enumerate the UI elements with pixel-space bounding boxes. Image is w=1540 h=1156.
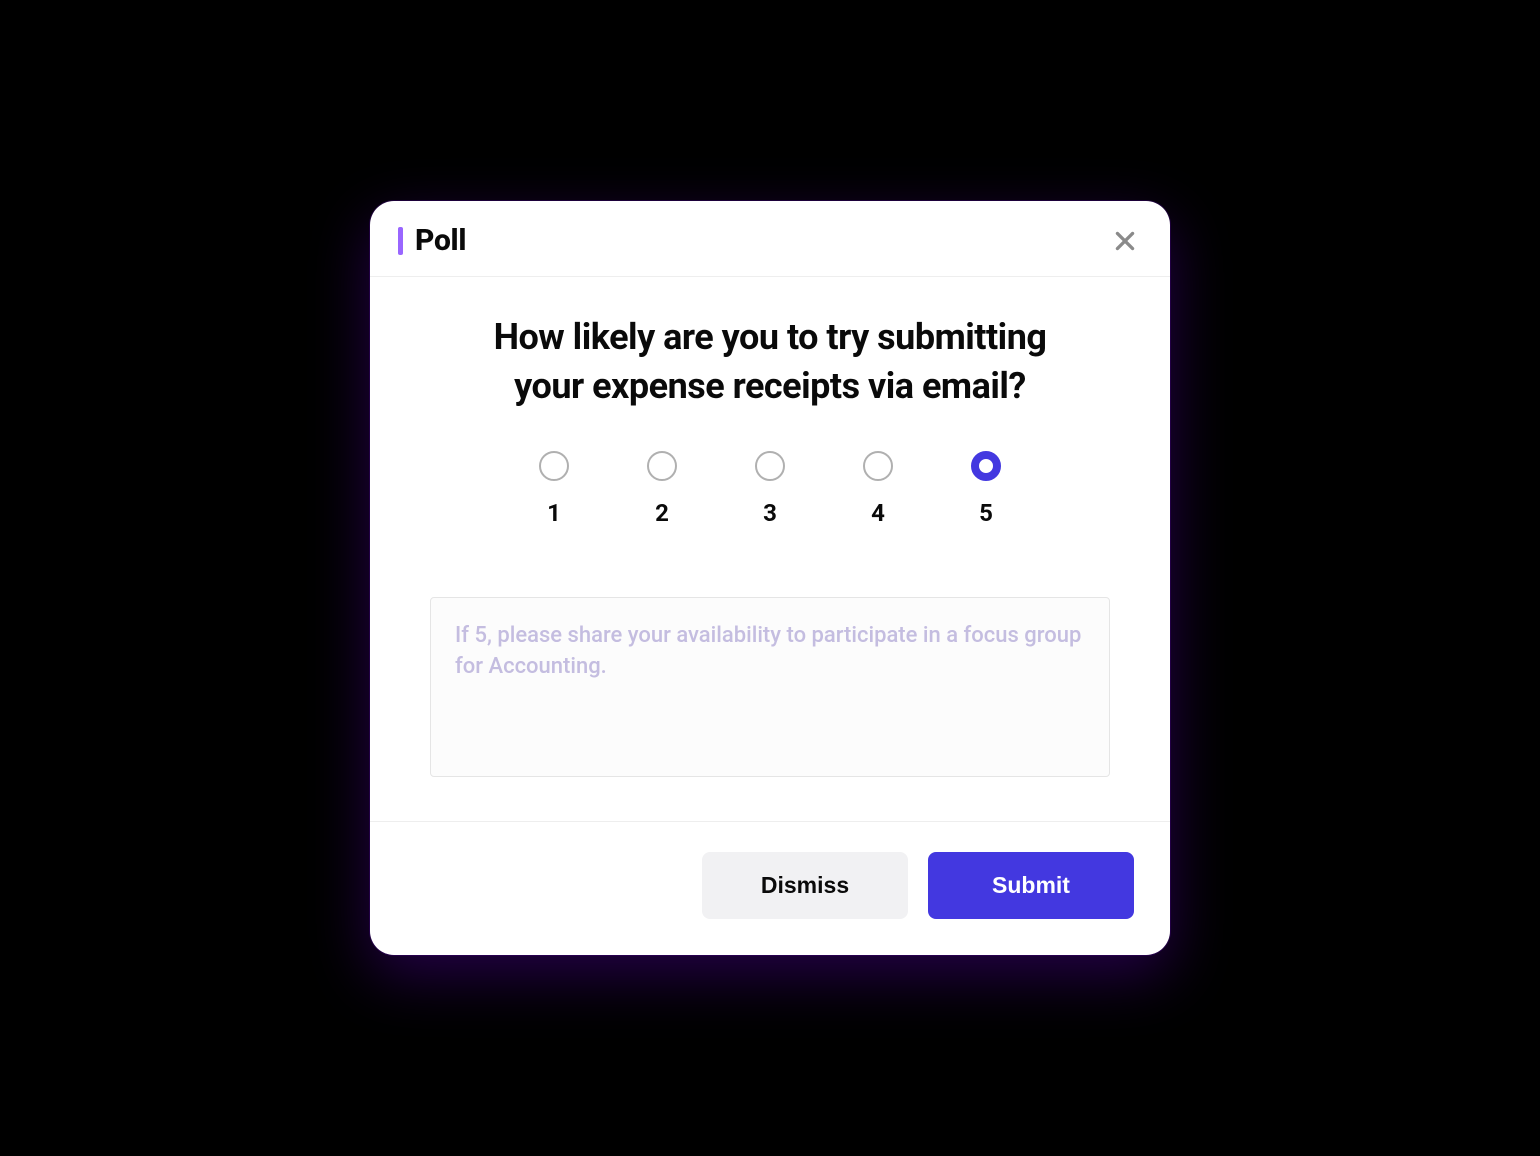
rating-label: 3 (763, 499, 777, 527)
rating-label: 2 (655, 499, 669, 527)
close-icon (1112, 228, 1138, 254)
dismiss-button[interactable]: Dismiss (702, 852, 908, 919)
close-button[interactable] (1108, 224, 1142, 258)
radio-icon (863, 451, 893, 481)
poll-question: How likely are you to try submitting you… (470, 313, 1070, 410)
rating-option-5[interactable]: 5 (971, 451, 1001, 527)
radio-icon-selected (971, 451, 1001, 481)
rating-label: 1 (547, 499, 561, 527)
rating-option-4[interactable]: 4 (863, 451, 893, 527)
radio-icon (539, 451, 569, 481)
comment-input[interactable] (430, 597, 1110, 777)
rating-label: 4 (871, 499, 885, 527)
radio-icon (755, 451, 785, 481)
rating-option-1[interactable]: 1 (539, 451, 569, 527)
rating-scale: 1 2 3 4 5 (430, 451, 1110, 527)
modal-header: Poll (370, 201, 1170, 277)
modal-body: How likely are you to try submitting you… (370, 277, 1170, 820)
submit-button[interactable]: Submit (928, 852, 1134, 919)
poll-modal: Poll How likely are you to try submittin… (370, 201, 1170, 954)
header-left: Poll (398, 223, 466, 258)
modal-footer: Dismiss Submit (370, 821, 1170, 955)
radio-icon (647, 451, 677, 481)
modal-title: Poll (415, 223, 466, 258)
rating-label: 5 (979, 499, 993, 527)
rating-option-3[interactable]: 3 (755, 451, 785, 527)
rating-option-2[interactable]: 2 (647, 451, 677, 527)
accent-bar (398, 227, 403, 255)
